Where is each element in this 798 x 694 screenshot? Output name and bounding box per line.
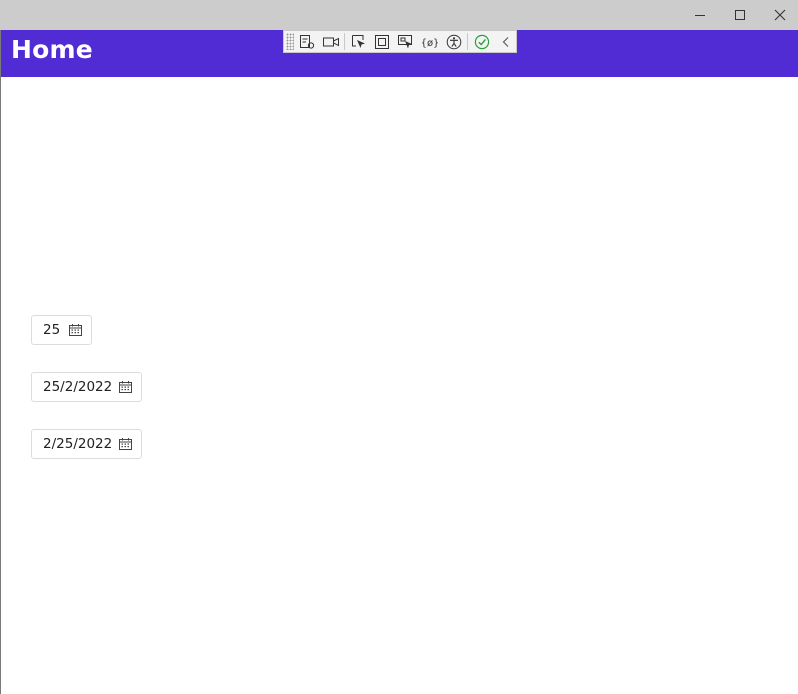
maximize-icon[interactable]: [720, 0, 760, 30]
calendar-icon[interactable]: [119, 381, 132, 397]
accessibility-checker-icon[interactable]: [444, 31, 465, 52]
track-focus-icon[interactable]: [396, 31, 417, 52]
page-title: Home: [11, 35, 93, 64]
window-left-border: [0, 30, 1, 694]
date-picker-value: 2/25/2022: [43, 436, 113, 452]
toolbar-grip[interactable]: [286, 33, 294, 50]
collapse-toolbar-icon[interactable]: [495, 31, 516, 52]
record-icon[interactable]: [320, 31, 341, 52]
display-layout-adorners-icon[interactable]: [372, 31, 393, 52]
calendar-icon[interactable]: [119, 438, 132, 454]
no-issues-check-icon[interactable]: [471, 31, 492, 52]
close-icon[interactable]: [760, 0, 798, 30]
date-picker-mdy[interactable]: 2/25/2022: [31, 429, 142, 459]
select-element-icon[interactable]: [348, 31, 369, 52]
binding-failures-icon[interactable]: {ø}: [420, 31, 441, 52]
xaml-devtools-toolbar: {ø}: [283, 30, 517, 53]
minimize-icon[interactable]: [680, 0, 720, 30]
date-picker-day[interactable]: 25: [31, 315, 92, 345]
toolbar-separator: [467, 33, 469, 50]
live-visual-tree-icon[interactable]: [297, 31, 318, 52]
date-picker-value: 25: [43, 322, 61, 338]
date-picker-value: 25/2/2022: [43, 379, 113, 395]
toolbar-separator: [344, 33, 346, 50]
window-titlebar: [0, 0, 798, 30]
svg-text:{ø}: {ø}: [422, 38, 438, 49]
date-picker-dmy[interactable]: 25/2/2022: [31, 372, 142, 402]
calendar-icon[interactable]: [69, 324, 82, 340]
